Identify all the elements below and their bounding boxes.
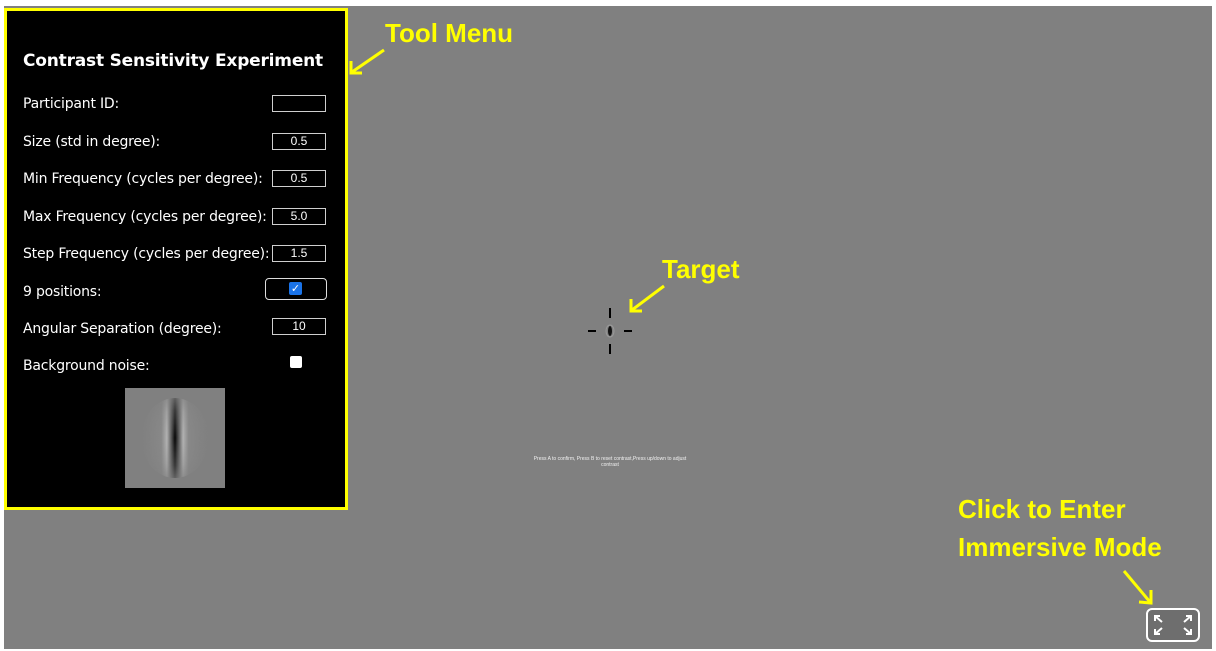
min-frequency-label: Min Frequency (cycles per degree):: [23, 171, 263, 187]
nine-positions-checkbox[interactable]: ✓: [265, 278, 327, 300]
expand-arrows-icon: [1154, 615, 1192, 635]
fixation-target: [588, 308, 632, 354]
tool-menu-arrow-icon: [349, 48, 385, 75]
immersive-arrow-icon: [1122, 570, 1153, 605]
participant-id-label: Participant ID:: [23, 96, 120, 112]
gabor-patch-image: [125, 388, 225, 488]
nine-positions-label: 9 positions:: [23, 284, 102, 300]
check-icon: ✓: [289, 282, 302, 295]
immersive-annotation-line2: Immersive Mode: [958, 532, 1162, 562]
max-frequency-input[interactable]: 5.0: [272, 208, 326, 225]
background-noise-label: Background noise:: [23, 358, 150, 374]
background-noise-checkbox[interactable]: [290, 356, 302, 368]
size-label: Size (std in degree):: [23, 134, 161, 150]
tool-menu-annotation: Tool Menu: [385, 18, 514, 48]
instruction-text: Press A to confirm, Press B to reset con…: [533, 456, 687, 468]
target-annotation: Target: [662, 254, 740, 284]
angular-separation-input[interactable]: 10: [272, 318, 326, 335]
step-frequency-input[interactable]: 1.5: [272, 245, 326, 262]
min-frequency-input[interactable]: 0.5: [272, 170, 326, 187]
tool-menu-panel: Contrast Sensitivity Experiment Particip…: [4, 8, 348, 510]
max-frequency-label: Max Frequency (cycles per degree):: [23, 209, 267, 225]
step-frequency-label: Step Frequency (cycles per degree):: [23, 246, 270, 262]
panel-title: Contrast Sensitivity Experiment: [23, 51, 323, 71]
participant-id-input[interactable]: [272, 95, 326, 112]
gabor-preview: [125, 388, 225, 488]
angular-separation-label: Angular Separation (degree):: [23, 321, 222, 337]
immersive-annotation-line1: Click to Enter: [958, 494, 1126, 524]
fullscreen-button[interactable]: [1146, 608, 1200, 642]
size-input[interactable]: 0.5: [272, 133, 326, 150]
